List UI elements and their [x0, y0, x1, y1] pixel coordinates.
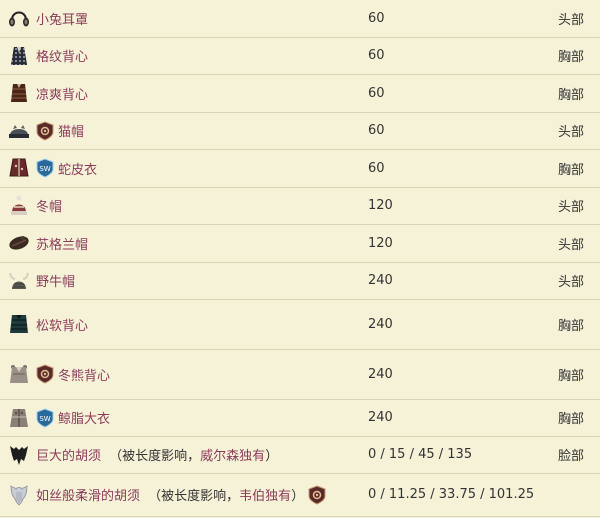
table-row: SW 鲸脂大衣 240 胸部: [0, 399, 600, 437]
summer-vest-icon: [6, 80, 32, 106]
winter-hat-icon: [6, 193, 32, 219]
table-row: 苏格兰帽 120 头部: [0, 224, 600, 263]
silky-beard-icon: [6, 482, 32, 508]
equip-slot: 头部: [558, 275, 585, 290]
tam-o-shanter-icon: [6, 230, 32, 256]
equip-slot: 头部: [558, 125, 585, 140]
gear-badge-icon: [308, 484, 326, 505]
table-row: 野牛帽 240 头部: [0, 262, 600, 300]
insulation-value: 60: [368, 123, 385, 138]
equip-slot: 胸部: [558, 87, 585, 103]
character-link[interactable]: 威尔森独有: [200, 449, 265, 464]
plaid-vest-icon: [6, 43, 32, 69]
item-link[interactable]: 如丝般柔滑的胡须: [36, 485, 140, 504]
table-row: 巨大的胡须 （被长度影响，威尔森独有） 0 / 15 / 45 / 135 脸部: [0, 436, 600, 474]
earmuffs-icon: [6, 5, 32, 31]
insulation-value: 240: [368, 366, 393, 382]
table-row: 冬帽 120 头部: [0, 187, 600, 225]
insulation-items-table: 小兔耳罩 60 头部 格纹背心 60 胸部 凉爽背心 60 胸部 猫帽 60 头…: [0, 0, 600, 517]
table-row: 小兔耳罩 60 头部: [0, 0, 600, 38]
equip-slot: 头部: [558, 200, 585, 215]
insulation-value: 60: [368, 160, 385, 176]
equip-slot: 胸部: [558, 412, 585, 427]
blubber-suit-icon: [6, 405, 32, 431]
insulation-value: 0 / 11.25 / 33.75 / 101.25: [368, 487, 535, 502]
item-link[interactable]: 松软背心: [36, 315, 88, 334]
item-link[interactable]: 鲸脂大衣: [58, 408, 110, 427]
equip-slot: 脸部: [558, 449, 585, 464]
sw-badge-icon: SW: [36, 158, 54, 178]
bear-vest-icon: [6, 361, 32, 387]
cat-cap-icon: [6, 118, 32, 144]
sw-badge-icon: SW: [36, 407, 54, 428]
item-link[interactable]: 冬帽: [36, 196, 62, 215]
svg-text:SW: SW: [39, 415, 50, 423]
item-link[interactable]: 苏格兰帽: [36, 234, 88, 253]
insulation-value: 60: [368, 85, 385, 101]
item-note: （被长度影响，威尔森独有）: [109, 449, 279, 464]
svg-text:SW: SW: [39, 165, 50, 173]
insulation-value: 120: [368, 235, 393, 251]
snakeskin-jacket-icon: [6, 155, 32, 181]
big-beard-icon: [6, 442, 32, 468]
insulation-value: 0 / 15 / 45 / 135: [368, 447, 473, 462]
equip-slot: 胸部: [558, 50, 585, 65]
table-row: 格纹背心 60 胸部: [0, 37, 600, 75]
item-link[interactable]: 小兔耳罩: [36, 9, 88, 28]
equip-slot: 头部: [558, 237, 585, 253]
character-link[interactable]: 韦伯独有: [239, 489, 291, 504]
insulation-value: 240: [368, 410, 393, 425]
equip-slot: 胸部: [558, 162, 585, 178]
item-link[interactable]: 蛇皮衣: [58, 159, 97, 178]
table-row: 冬熊背心 240 胸部: [0, 349, 600, 400]
equip-slot: 头部: [558, 12, 585, 28]
table-row: 松软背心 240 胸部: [0, 299, 600, 350]
equip-slot: 胸部: [558, 318, 585, 334]
insulation-value: 60: [368, 48, 385, 63]
table-row: 猫帽 60 头部: [0, 112, 600, 150]
item-note: （被长度影响，韦伯独有）: [148, 489, 305, 504]
table-row: SW 蛇皮衣 60 胸部: [0, 149, 600, 188]
gear-badge-icon: [36, 364, 54, 384]
item-link[interactable]: 猫帽: [58, 121, 84, 140]
item-link[interactable]: 格纹背心: [36, 46, 88, 65]
gear-badge-icon: [36, 120, 54, 141]
table-row: 凉爽背心 60 胸部: [0, 74, 600, 113]
insulation-value: 120: [368, 198, 393, 213]
beefalo-hat-icon: [6, 268, 32, 294]
item-link[interactable]: 野牛帽: [36, 271, 75, 290]
equip-slot: 胸部: [558, 368, 585, 384]
item-link[interactable]: 巨大的胡须: [36, 445, 101, 464]
insulation-value: 240: [368, 273, 393, 288]
puffy-vest-icon: [6, 311, 32, 337]
table-row: 如丝般柔滑的胡须 （被长度影响，韦伯独有） 0 / 11.25 / 33.75 …: [0, 473, 600, 517]
insulation-value: 240: [368, 316, 393, 332]
insulation-value: 60: [368, 10, 385, 26]
item-link[interactable]: 凉爽背心: [36, 84, 88, 103]
item-link[interactable]: 冬熊背心: [58, 365, 110, 384]
